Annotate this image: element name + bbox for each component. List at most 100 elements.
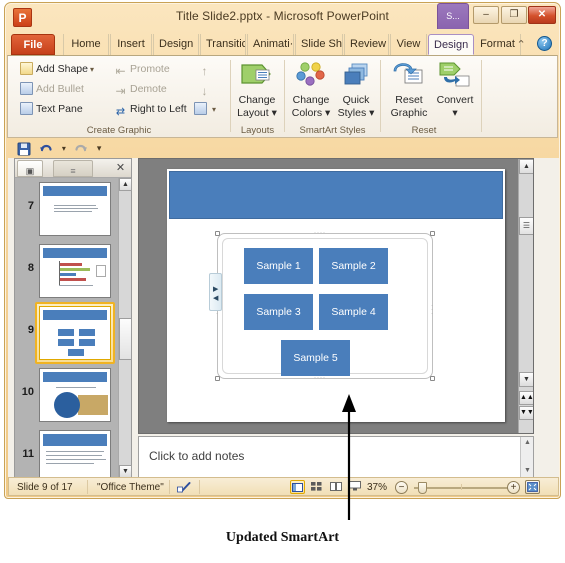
thumbnail-preview[interactable] (39, 306, 111, 360)
slide-title-placeholder[interactable] (169, 171, 503, 219)
group-label-create-graphic: Create Graphic (86, 125, 152, 136)
zoom-level-label[interactable]: 37% (367, 481, 387, 494)
layout-caret-icon[interactable]: ▾ (212, 105, 216, 114)
smartart-node-4[interactable]: Sample 4 (319, 294, 388, 330)
list-item[interactable]: 8 (15, 240, 119, 302)
view-normal-button[interactable] (290, 480, 305, 494)
tab-file[interactable]: File (11, 34, 55, 55)
right-to-left-button[interactable]: ⇄ Right to Left (114, 102, 187, 119)
customize-qat-caret-icon[interactable]: ▾ (97, 143, 102, 154)
smartart-graphic-frame[interactable]: ···· ···· ··· ··· Sample 1 Sample 2 Samp… (215, 230, 435, 381)
tab-smartart-design[interactable]: Design (428, 34, 474, 55)
smartart-node-2[interactable]: Sample 2 (319, 248, 388, 284)
undo-button[interactable] (39, 142, 53, 156)
promote-button[interactable]: ⇤ Promote (114, 62, 169, 78)
scrollbar-thumb[interactable]: ☰ (519, 217, 533, 235)
thumbnail-preview[interactable] (39, 430, 111, 478)
zoom-in-button[interactable]: + (507, 481, 520, 494)
scroll-down-button[interactable]: ▼ (519, 372, 533, 387)
scroll-up-button[interactable]: ▲ (519, 159, 533, 174)
smartart-node-5[interactable]: Sample 5 (281, 340, 350, 376)
thumbnail-scrollbar[interactable]: ▲ ▼ (118, 178, 132, 478)
move-down-button[interactable]: ↓ (198, 82, 214, 98)
group-smartart-styles: Change Colors ▾ Quick Styles ▾ SmartArt … (285, 56, 380, 137)
view-slide-sorter-button[interactable] (309, 480, 324, 494)
add-bullet-icon (20, 82, 33, 95)
close-button[interactable]: ✕ (528, 6, 556, 24)
tab-review[interactable]: Review (344, 34, 389, 55)
smartart-node-3[interactable]: Sample 3 (244, 294, 313, 330)
resize-handle-ne[interactable] (430, 231, 435, 236)
slide-editing-pane[interactable]: ···· ···· ··· ··· Sample 1 Sample 2 Samp… (138, 158, 534, 434)
thumbnail-preview[interactable] (39, 368, 111, 422)
thumbnail-number: 9 (27, 324, 34, 336)
tab-slideshow[interactable]: Slide Sh (295, 34, 343, 55)
group-reset: Reset Graphic Convert ▾ Reset (381, 56, 481, 137)
demote-button[interactable]: ⇥ Demote (114, 82, 166, 98)
add-bullet-button[interactable]: Add Bullet (20, 82, 84, 97)
thumbnail-preview[interactable] (39, 244, 111, 298)
thumbnail-number: 8 (27, 262, 34, 274)
resize-handle-nw[interactable] (215, 231, 220, 236)
help-icon[interactable]: ? (537, 36, 552, 52)
redo-button[interactable] (74, 142, 88, 156)
thumbnail-preview[interactable] (39, 182, 111, 236)
tab-slides[interactable]: ▣ (17, 160, 43, 177)
notes-placeholder[interactable]: Click to add notes (149, 449, 244, 463)
reset-graphic-button[interactable]: Reset Graphic (383, 59, 435, 121)
text-pane-toggle-handle[interactable]: ▶ ◀ (209, 273, 222, 311)
tab-design[interactable]: Design (153, 34, 199, 55)
add-shape-caret-icon[interactable]: ▾ (90, 65, 94, 74)
list-item[interactable]: 10 (15, 364, 119, 426)
next-slide-button[interactable]: ▼▼ (519, 406, 533, 420)
close-panel-button[interactable]: ✕ (113, 161, 128, 176)
resize-handle-n[interactable]: ···· (314, 230, 326, 236)
resize-handle-s[interactable]: ···· (314, 375, 326, 381)
theme-name[interactable]: "Office Theme" (97, 481, 164, 494)
change-layout-button[interactable]: Change Layout ▾ (231, 59, 283, 121)
list-item[interactable]: 9 (15, 302, 119, 364)
scroll-up-button[interactable]: ▲ (521, 437, 534, 449)
text-pane-button[interactable]: Text Pane (20, 102, 83, 117)
layout-orgchart-button[interactable]: ▾ (194, 102, 216, 117)
notes-pane[interactable]: Click to add notes ▲ ▼ (138, 436, 534, 478)
scroll-down-button[interactable]: ▼ (521, 465, 534, 477)
slide-canvas[interactable]: ···· ···· ··· ··· Sample 1 Sample 2 Samp… (167, 169, 505, 422)
tab-home[interactable]: Home (63, 34, 109, 55)
add-shape-icon (20, 62, 33, 75)
save-button[interactable] (17, 142, 31, 156)
zoom-out-button[interactable]: − (395, 481, 408, 494)
quick-styles-button[interactable]: Quick Styles ▾ (330, 59, 382, 121)
list-item[interactable]: 7 (15, 178, 119, 240)
smartart-node-1[interactable]: Sample 1 (244, 248, 313, 284)
tab-animations[interactable]: Animati· (247, 34, 294, 55)
minimize-button[interactable]: – (473, 6, 499, 24)
slide-scrollbar[interactable]: ▲ ☰ ▼ ▲▲ ▼▼ (518, 159, 533, 433)
spellcheck-icon[interactable] (177, 481, 191, 494)
tab-smartart-format[interactable]: Format (475, 34, 521, 55)
tab-outline[interactable]: ≡ (53, 160, 93, 177)
notes-scrollbar[interactable]: ▲ ▼ (520, 437, 533, 477)
quick-styles-label-2: Styles ▾ (337, 106, 375, 119)
maximize-button[interactable]: ❐ (501, 6, 527, 24)
tab-insert[interactable]: Insert (110, 34, 152, 55)
tab-view[interactable]: View (390, 34, 427, 55)
minimize-ribbon-icon[interactable]: ⌃ (517, 38, 530, 51)
scroll-up-button[interactable]: ▲ (119, 178, 132, 191)
add-shape-button[interactable]: Add Shape ▾ (20, 62, 94, 77)
move-up-button[interactable]: ↑ (198, 62, 214, 78)
convert-button[interactable]: Convert ▾ (429, 59, 481, 121)
annotation-caption: Updated SmartArt (225, 530, 340, 545)
thumbnail-list[interactable]: 7 8 9 10 11 (15, 178, 119, 478)
resize-handle-e[interactable]: · · · (431, 303, 434, 317)
list-item[interactable]: 11 (15, 426, 119, 478)
previous-slide-button[interactable]: ▲▲ (519, 391, 533, 405)
undo-dropdown-caret-icon[interactable]: ▾ (62, 144, 66, 153)
resize-handle-sw[interactable] (215, 376, 220, 381)
tab-transitions[interactable]: Transitic (200, 34, 246, 55)
ribbon-help-group: ⌃ ? (517, 35, 552, 53)
scrollbar-thumb[interactable] (119, 318, 132, 360)
resize-handle-se[interactable] (430, 376, 435, 381)
fit-to-window-button[interactable] (525, 480, 540, 494)
zoom-slider-thumb[interactable] (418, 482, 427, 494)
